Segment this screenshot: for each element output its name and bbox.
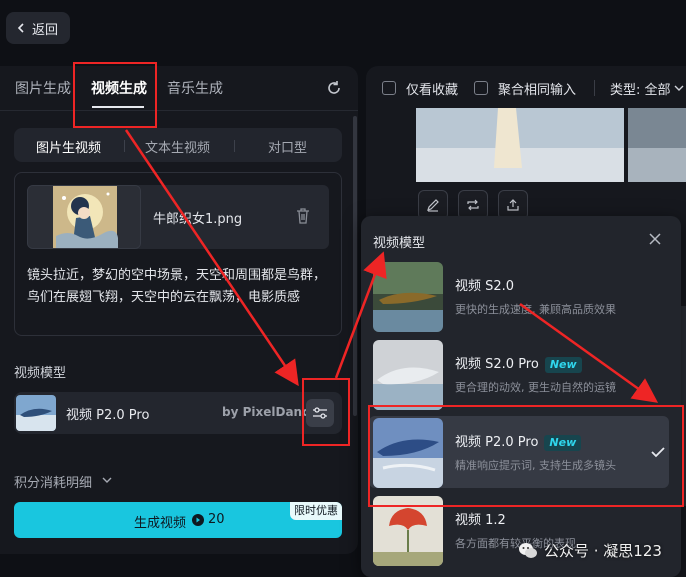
chevron-down-icon[interactable] [102, 476, 112, 484]
favorites-label: 仅看收藏 [406, 83, 459, 98]
pencil-icon [427, 199, 439, 212]
generation-panel: 图片生成 视频生成 音乐生成 图片生视频 文本生视频 对口型 牛郎织女1.png… [0, 66, 358, 554]
annotation-box-selected-model [368, 405, 684, 507]
type-filter[interactable]: 类型: 全部 [610, 79, 671, 98]
model-option-s2-pro[interactable]: 视频 S2.0 Pro New 更合理的动效, 更生动自然的运镜 [369, 338, 669, 410]
trash-icon[interactable] [295, 207, 311, 225]
uploaded-image-thumbnail[interactable] [27, 185, 141, 249]
file-name: 牛郎织女1.png [153, 212, 243, 227]
divider [594, 80, 595, 96]
credit-cost: 20 [208, 512, 225, 527]
generate-video-button[interactable]: 生成视频 20 限时优惠 [14, 502, 342, 538]
prompt-card: 牛郎织女1.png 镜头拉近，梦幻的空中场景，天空和周围都是鸟群，鸟们在展翅飞翔… [14, 172, 342, 336]
model-thumbnail [16, 395, 56, 431]
model-selector[interactable]: 视频 P2.0 Pro by PixelDance [14, 392, 342, 434]
result-thumbnails[interactable] [416, 108, 686, 182]
wechat-icon [519, 542, 537, 558]
model-option-name: 视频 S2.0 [455, 279, 515, 294]
new-badge: New [544, 357, 582, 373]
divider [0, 110, 358, 111]
back-button[interactable]: 返回 [6, 12, 70, 44]
tab-image-generation[interactable]: 图片生成 [15, 78, 71, 98]
model-thumbnail [373, 262, 443, 332]
divider [234, 140, 235, 152]
watermark: 公众号 · 凝思123 [518, 540, 662, 561]
sub-tab-bar: 图片生视频 文本生视频 对口型 [14, 128, 342, 162]
chevron-left-icon [17, 23, 24, 33]
cost-details-toggle[interactable]: 积分消耗明细 [14, 472, 92, 491]
sub-tab-image-to-video[interactable]: 图片生视频 [36, 137, 101, 156]
model-section-label: 视频模型 [14, 366, 67, 381]
model-option-description: 更合理的动效, 更生动自然的运镜 [455, 381, 616, 394]
annotation-box-video-tab [73, 62, 157, 128]
merge-inputs-checkbox[interactable] [474, 81, 488, 95]
prompt-input[interactable]: 镜头拉近，梦幻的空中场景，天空和周围都是鸟群，鸟们在展翅飞翔，天空中的云在飘荡，… [27, 265, 337, 309]
merge-inputs-label: 聚合相同输入 [498, 83, 577, 98]
uploaded-file: 牛郎织女1.png [27, 185, 329, 249]
chevron-down-icon[interactable] [674, 84, 684, 92]
promo-badge: 限时优惠 [290, 502, 342, 520]
sub-tab-lip-sync[interactable]: 对口型 [268, 137, 307, 156]
annotation-box-settings [302, 378, 350, 446]
credit-icon [192, 514, 204, 526]
back-label: 返回 [32, 22, 59, 38]
favorites-checkbox[interactable] [382, 81, 396, 95]
model-option-name: 视频 S2.0 Pro New [455, 353, 582, 373]
model-option-description: 更快的生成速度, 兼顾高品质效果 [455, 303, 616, 316]
model-option-s2[interactable]: 视频 S2.0 更快的生成速度, 兼顾高品质效果 [369, 260, 669, 332]
divider [124, 140, 125, 152]
model-thumbnail [373, 340, 443, 410]
scrollbar[interactable] [353, 116, 357, 416]
close-icon[interactable] [649, 233, 661, 245]
refresh-icon[interactable] [325, 79, 343, 97]
popup-title: 视频模型 [373, 236, 426, 251]
model-name: 视频 P2.0 Pro [66, 408, 150, 423]
model-picker-popup: 视频模型 视频 S2.0 更快的生成速度, 兼顾高品质效果 视频 S2.0 Pr… [361, 216, 681, 577]
tab-music-generation[interactable]: 音乐生成 [167, 78, 223, 98]
repeat-icon [467, 199, 479, 211]
watermark-text: 公众号 · 凝思123 [544, 542, 662, 560]
model-option-name: 视频 1.2 [455, 513, 506, 528]
upload-icon [507, 199, 519, 211]
generate-label: 生成视频 [134, 516, 187, 531]
sub-tab-text-to-video[interactable]: 文本生视频 [145, 137, 210, 156]
